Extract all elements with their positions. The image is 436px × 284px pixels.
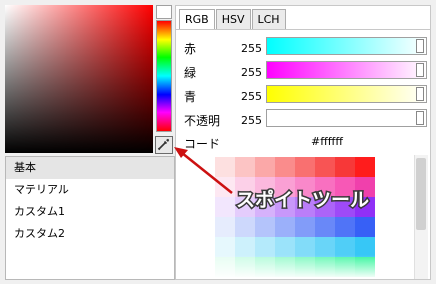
swatch[interactable] <box>355 217 375 237</box>
swatch[interactable] <box>235 157 255 177</box>
swatch[interactable] <box>195 237 215 257</box>
eyedropper-button[interactable] <box>155 136 173 154</box>
red-slider[interactable] <box>266 37 427 55</box>
swatch[interactable] <box>255 217 275 237</box>
green-slider-thumb[interactable] <box>416 63 424 77</box>
swatch[interactable] <box>295 217 315 237</box>
swatch[interactable] <box>215 217 235 237</box>
eyedropper-icon <box>157 137 171 154</box>
swatch[interactable] <box>315 217 335 237</box>
swatch[interactable] <box>215 197 235 217</box>
swatch[interactable] <box>215 157 235 177</box>
green-value[interactable]: 255 <box>241 66 262 79</box>
swatch[interactable] <box>275 157 295 177</box>
current-color-preview <box>156 5 172 19</box>
swatch[interactable] <box>235 217 255 237</box>
opacity-label: 不透明 <box>184 114 221 128</box>
hex-code-field[interactable]: #ffffff <box>311 135 343 148</box>
swatch[interactable] <box>315 157 335 177</box>
code-label: コード <box>184 137 221 151</box>
opacity-value[interactable]: 255 <box>241 114 262 127</box>
red-value[interactable]: 255 <box>241 42 262 55</box>
swatch[interactable] <box>355 157 375 177</box>
tab-lch[interactable]: LCH <box>251 9 286 29</box>
palette-item-custom2[interactable]: カスタム2 <box>6 223 174 245</box>
swatch[interactable] <box>275 237 295 257</box>
swatch[interactable] <box>215 177 235 197</box>
palette-item-material[interactable]: マテリアル <box>6 179 174 201</box>
palette-list: 基本 マテリアル カスタム1 カスタム2 <box>5 156 175 280</box>
swatch[interactable] <box>255 237 275 257</box>
palette-item-custom1[interactable]: カスタム1 <box>6 201 174 223</box>
swatch[interactable] <box>195 197 215 217</box>
swatch[interactable] <box>295 237 315 257</box>
swatch[interactable] <box>215 237 235 257</box>
swatch[interactable] <box>195 177 215 197</box>
swatch[interactable] <box>295 157 315 177</box>
palette-item-basic[interactable]: 基本 <box>6 157 174 179</box>
blue-value[interactable]: 255 <box>241 90 262 103</box>
swatch[interactable] <box>335 157 355 177</box>
swatch[interactable] <box>335 217 355 237</box>
saturation-value-picker[interactable] <box>5 5 153 153</box>
annotation-label: スポイトツール <box>234 188 370 213</box>
green-slider[interactable] <box>266 61 427 79</box>
blue-slider-thumb[interactable] <box>416 87 424 101</box>
color-model-tabs: RGB HSV LCH <box>179 9 287 30</box>
swatch[interactable] <box>335 237 355 257</box>
swatch[interactable] <box>195 217 215 237</box>
tab-hsv[interactable]: HSV <box>215 9 251 29</box>
blue-label: 青 <box>184 90 197 104</box>
swatch[interactable] <box>355 237 375 257</box>
opacity-slider-thumb[interactable] <box>416 111 424 125</box>
hue-slider[interactable] <box>156 20 172 132</box>
tab-rgb[interactable]: RGB <box>179 9 215 30</box>
swatch-scrollbar-thumb[interactable] <box>416 158 426 230</box>
red-slider-thumb[interactable] <box>416 39 424 53</box>
swatch[interactable] <box>315 237 335 257</box>
green-label: 緑 <box>184 66 197 80</box>
blue-slider[interactable] <box>266 85 427 103</box>
swatch[interactable] <box>275 217 295 237</box>
swatch[interactable] <box>255 157 275 177</box>
red-label: 赤 <box>184 42 197 56</box>
swatch[interactable] <box>235 237 255 257</box>
swatch[interactable] <box>195 157 215 177</box>
opacity-slider[interactable] <box>266 109 427 127</box>
